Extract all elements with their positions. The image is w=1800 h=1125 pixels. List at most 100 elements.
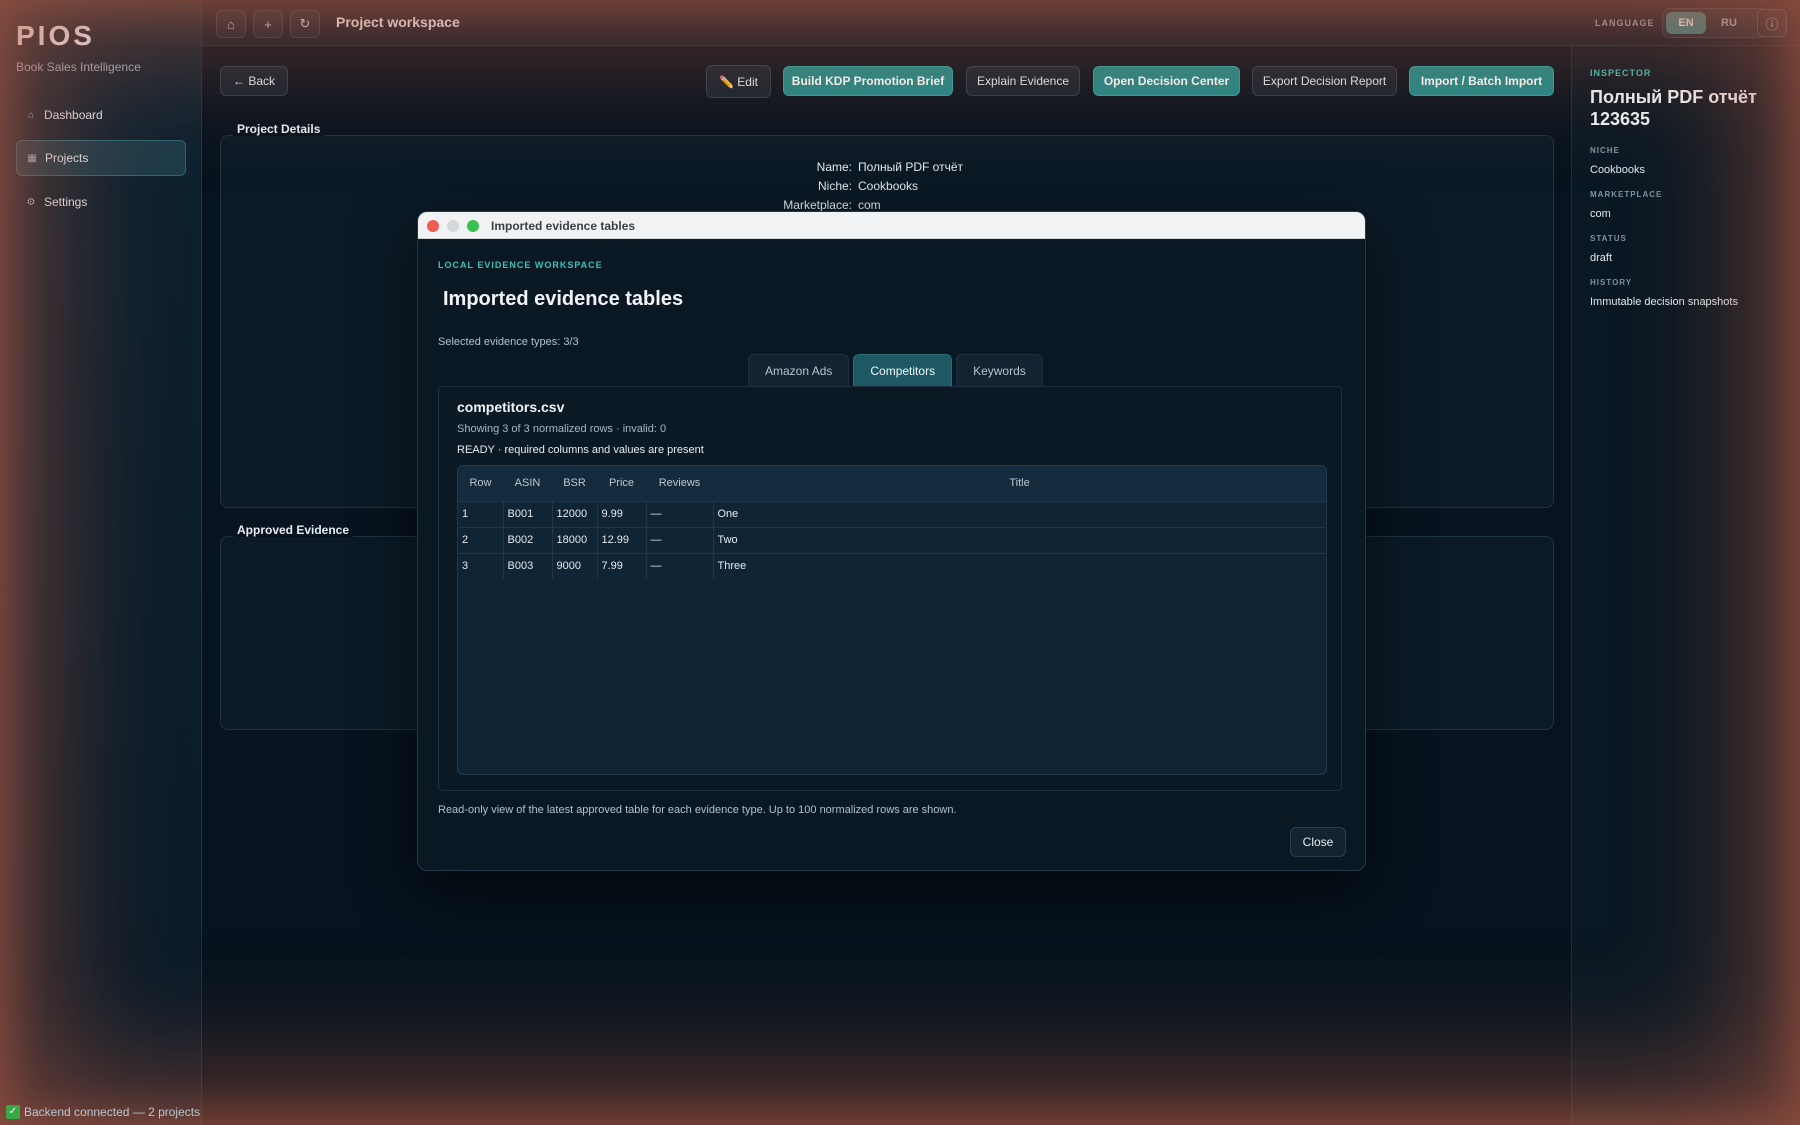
evidence-tables-modal: Imported evidence tables LOCAL EVIDENCE … bbox=[417, 211, 1366, 871]
modal-overline: LOCAL EVIDENCE WORKSPACE bbox=[438, 260, 603, 270]
inspector-niche-value: Cookbooks bbox=[1590, 164, 1646, 176]
detail-niche-value: Cookbooks bbox=[858, 179, 919, 193]
home-button[interactable]: ⌂ bbox=[216, 10, 246, 38]
table-cell: Three bbox=[713, 552, 1326, 579]
language-switcher: EN RU bbox=[1662, 8, 1768, 38]
table-cell: 7.99 bbox=[597, 552, 647, 579]
table-cell: 18000 bbox=[552, 526, 598, 553]
column-header: Reviews bbox=[646, 466, 713, 501]
modal-titlebar: Imported evidence tables bbox=[418, 212, 1365, 239]
refresh-button[interactable]: ↻ bbox=[290, 10, 320, 38]
column-header: ASIN bbox=[503, 466, 552, 501]
inspector-status-value: draft bbox=[1590, 252, 1613, 264]
detail-name-label: Name: bbox=[816, 160, 852, 174]
explain-evidence-button[interactable]: Explain Evidence bbox=[966, 66, 1080, 96]
sidebar: PIOS Book Sales Intelligence ⌂ Dashboard… bbox=[0, 0, 202, 1125]
detail-niche-label: Niche: bbox=[817, 179, 852, 193]
language-label: LANGUAGE bbox=[1595, 18, 1655, 28]
build-brief-button[interactable]: Build KDP Promotion Brief bbox=[783, 66, 953, 96]
detail-marketplace-value: com bbox=[858, 198, 881, 212]
sidebar-item-label: Dashboard bbox=[44, 108, 103, 122]
column-header: BSR bbox=[552, 466, 597, 501]
info-button[interactable]: ⓘ bbox=[1757, 9, 1787, 37]
import-button[interactable]: Import / Batch Import bbox=[1409, 66, 1554, 96]
column-header: Price bbox=[597, 466, 646, 501]
modal-heading: Imported evidence tables bbox=[443, 288, 684, 310]
table-cell: B003 bbox=[503, 552, 553, 579]
window-close-icon[interactable] bbox=[427, 220, 439, 232]
table-cell: B002 bbox=[503, 526, 553, 553]
inspector-title: Полный PDF отчёт 123635 bbox=[1590, 87, 1757, 129]
sidebar-item-dashboard[interactable]: ⌂ Dashboard bbox=[16, 97, 186, 133]
modal-footnote: Read-only view of the latest approved ta… bbox=[438, 804, 957, 816]
detail-marketplace: Marketplace: com bbox=[762, 198, 881, 212]
lang-en-button[interactable]: EN bbox=[1666, 12, 1706, 34]
tab-keywords[interactable]: Keywords bbox=[956, 354, 1043, 386]
back-button[interactable]: ← Back bbox=[220, 66, 288, 96]
edit-button[interactable]: ✏️ Edit bbox=[706, 65, 771, 98]
home-icon: ⌂ bbox=[227, 16, 235, 32]
table-cell: 9000 bbox=[552, 552, 598, 579]
table-cell: 12.99 bbox=[597, 526, 647, 553]
sidebar-item-projects[interactable]: ▦ Projects bbox=[16, 140, 186, 176]
plus-icon: + bbox=[264, 16, 272, 32]
file-name: competitors.csv bbox=[457, 399, 565, 415]
inspector-history-value: Immutable decision snapshots bbox=[1590, 296, 1738, 308]
table-row: 1 B001 12000 9.99 — One bbox=[458, 500, 1326, 527]
lang-ru-button[interactable]: RU bbox=[1709, 12, 1749, 34]
table-header-row: Row ASIN BSR Price Reviews Title bbox=[458, 466, 1326, 501]
sidebar-item-settings[interactable]: ⚙ Settings bbox=[16, 184, 186, 220]
backend-status-text: Backend connected — 2 projects bbox=[24, 1105, 201, 1119]
refresh-icon: ↻ bbox=[299, 16, 311, 31]
project-details-title: Project Details bbox=[233, 122, 325, 136]
close-button[interactable]: Close bbox=[1290, 827, 1346, 857]
table-row: 3 B003 9000 7.99 — Three bbox=[458, 552, 1326, 579]
detail-niche: Niche: Cookbooks bbox=[762, 179, 918, 193]
table-cell: — bbox=[646, 552, 714, 579]
app-root: PIOS Book Sales Intelligence ⌂ Dashboard… bbox=[0, 0, 1800, 1125]
check-icon: ✓ bbox=[6, 1105, 20, 1119]
decision-center-button[interactable]: Open Decision Center bbox=[1093, 66, 1240, 96]
inspector-panel: INSPECTOR Полный PDF отчёт 123635 NICHE … bbox=[1571, 46, 1800, 1125]
page-title: Project workspace bbox=[336, 14, 460, 30]
table-cell: One bbox=[713, 500, 1326, 527]
window-title: Imported evidence tables bbox=[491, 219, 636, 233]
detail-name: Name: Полный PDF отчёт bbox=[762, 160, 963, 174]
table-cell: 3 bbox=[458, 552, 504, 579]
window-minimize-icon[interactable] bbox=[447, 220, 459, 232]
table-cell: 2 bbox=[458, 526, 504, 553]
brand-subtitle: Book Sales Intelligence bbox=[16, 60, 141, 74]
rows-info: Showing 3 of 3 normalized rows · invalid… bbox=[457, 423, 667, 435]
inspector-niche-label: NICHE bbox=[1590, 146, 1620, 155]
table-cell: B001 bbox=[503, 500, 553, 527]
detail-name-value: Полный PDF отчёт bbox=[858, 160, 963, 174]
detail-marketplace-label: Marketplace: bbox=[783, 198, 852, 212]
square-icon: ▦ bbox=[27, 152, 37, 164]
ready-status: READY · required columns and values are … bbox=[457, 444, 704, 456]
table-row: 2 B002 18000 12.99 — Two bbox=[458, 526, 1326, 553]
inspector-marketplace-value: com bbox=[1590, 208, 1611, 220]
tab-competitors[interactable]: Competitors bbox=[853, 354, 953, 386]
add-button[interactable]: + bbox=[253, 10, 283, 38]
table-cell: 1 bbox=[458, 500, 504, 527]
info-icon: ⓘ bbox=[1765, 16, 1779, 32]
table-cell: 12000 bbox=[552, 500, 598, 527]
sidebar-item-label: Projects bbox=[45, 151, 89, 165]
window-maximize-icon[interactable] bbox=[467, 220, 479, 232]
inspector-status-label: STATUS bbox=[1590, 234, 1627, 243]
brand-logo: PIOS bbox=[16, 20, 95, 51]
inspector-history-label: HISTORY bbox=[1590, 278, 1633, 287]
evidence-table-panel: competitors.csv Showing 3 of 3 normalize… bbox=[438, 386, 1342, 791]
approved-evidence-title: Approved Evidence bbox=[233, 523, 354, 537]
gear-icon: ⚙ bbox=[26, 196, 36, 208]
table-cell: — bbox=[646, 526, 714, 553]
column-header: Row bbox=[458, 466, 503, 501]
evidence-table: Row ASIN BSR Price Reviews Title 1 B001 bbox=[457, 465, 1327, 775]
table-cell: — bbox=[646, 500, 714, 527]
table-cell: 9.99 bbox=[597, 500, 647, 527]
tab-amazon-ads[interactable]: Amazon Ads bbox=[748, 354, 850, 386]
selected-types: Selected evidence types: 3/3 bbox=[438, 336, 579, 348]
export-report-button[interactable]: Export Decision Report bbox=[1252, 66, 1397, 96]
evidence-tabs: Amazon Ads Competitors Keywords bbox=[748, 354, 1043, 386]
home-icon: ⌂ bbox=[27, 109, 35, 121]
